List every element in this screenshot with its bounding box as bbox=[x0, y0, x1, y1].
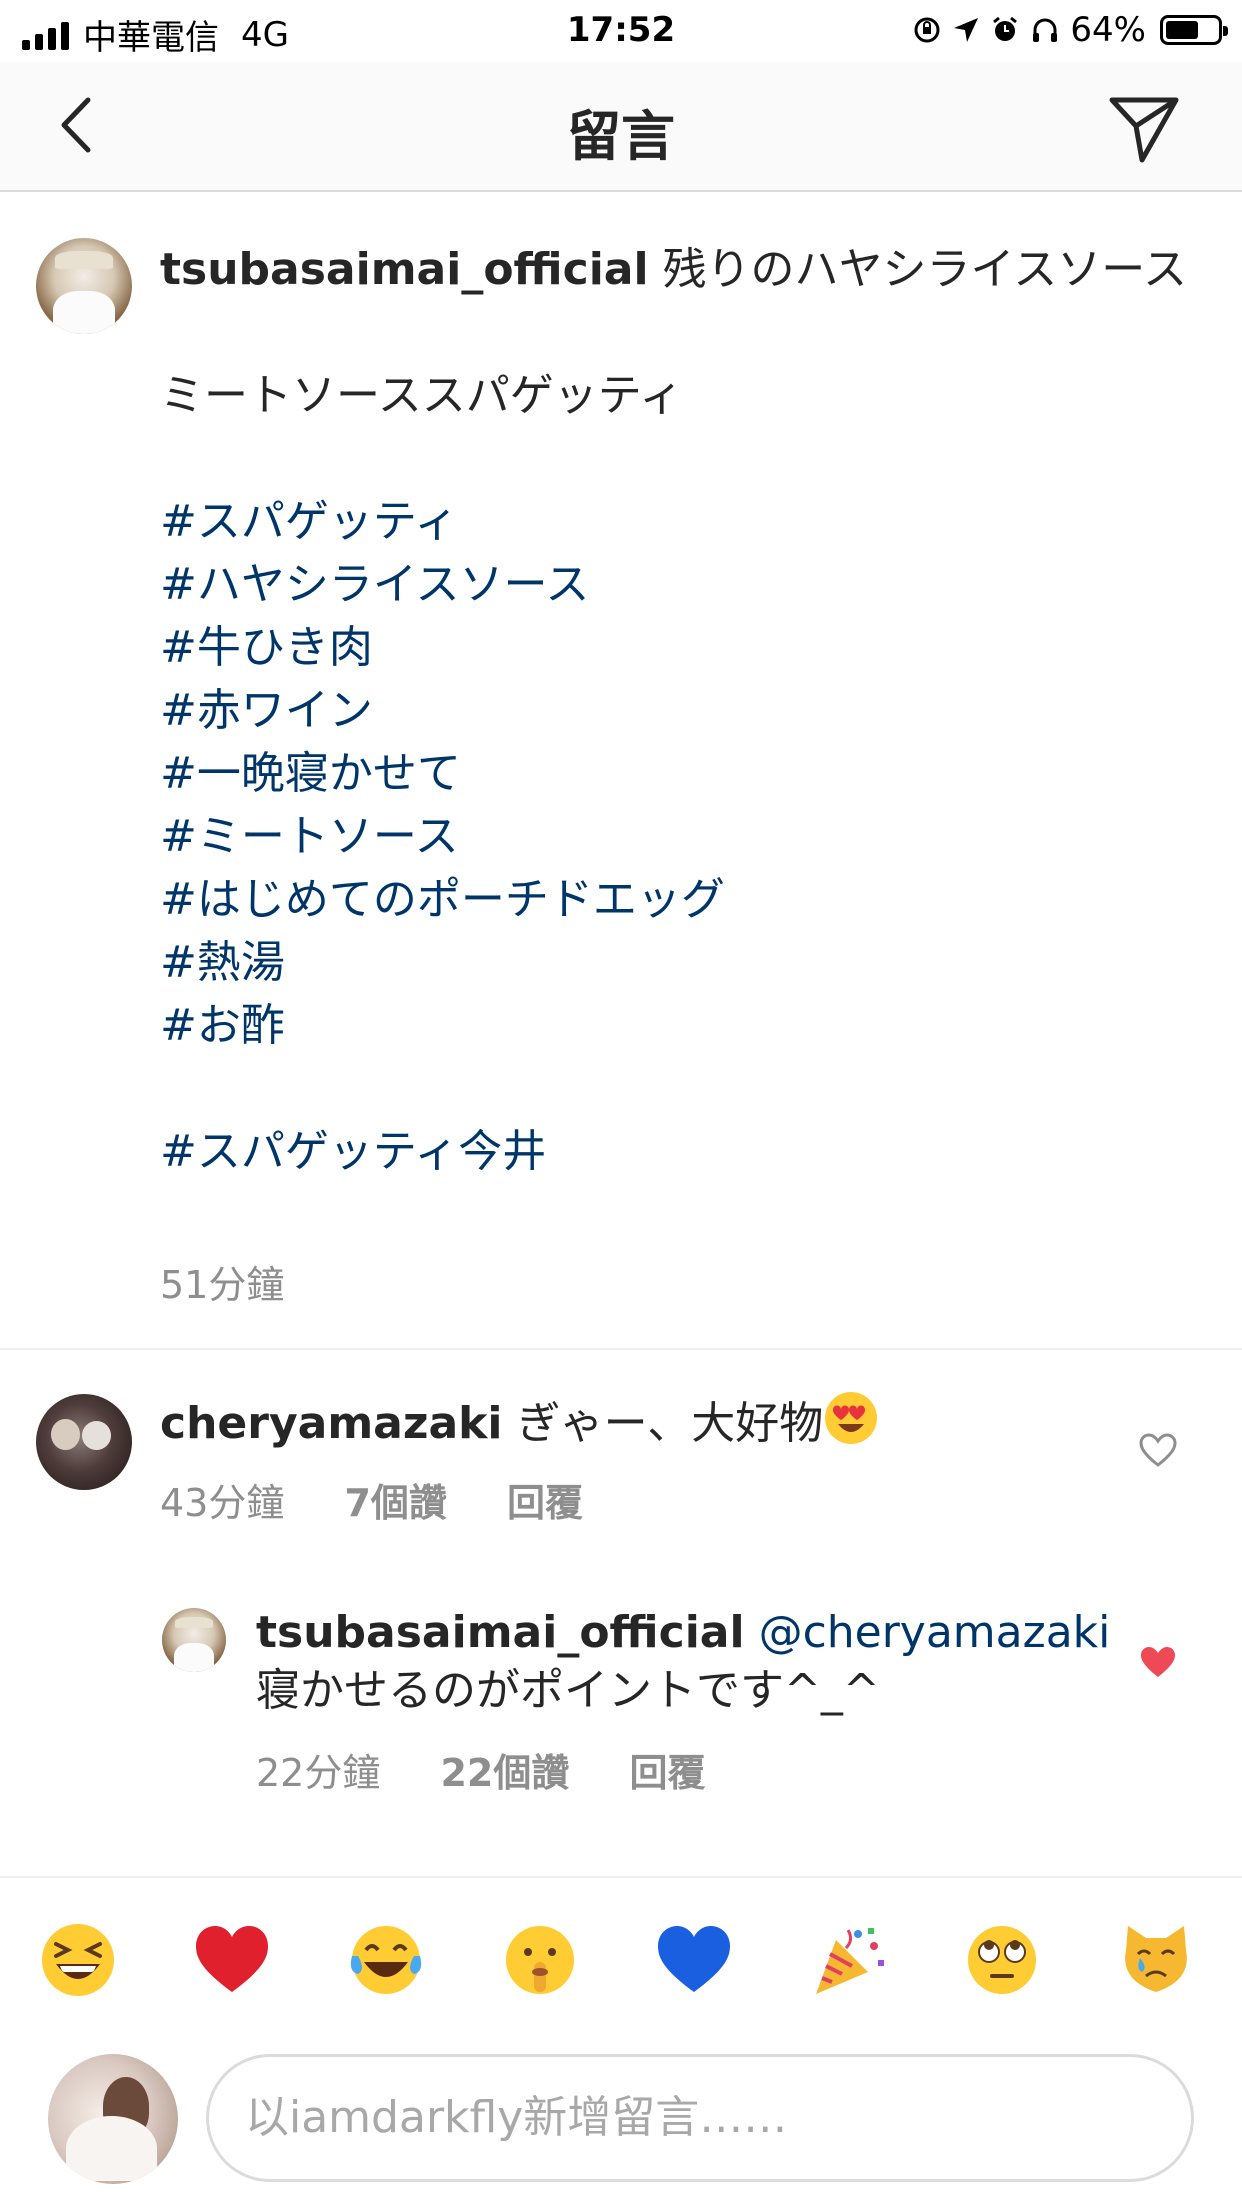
alarm-icon bbox=[993, 16, 1018, 41]
headphones-icon bbox=[1033, 18, 1058, 42]
comment-input[interactable]: 以iamdarkfly新增留言…… bbox=[206, 2054, 1194, 2182]
post-meta: 51分鐘 bbox=[160, 1254, 332, 1309]
caption-text: tsubasaimai_official 残りのハヤシライスソース ミートソース… bbox=[160, 238, 1190, 1183]
avatar[interactable] bbox=[162, 1608, 226, 1672]
hashtag[interactable]: #牛ひき肉 bbox=[160, 616, 1190, 679]
tears-of-joy-icon[interactable] bbox=[346, 1920, 426, 2000]
like-heart-filled-icon[interactable] bbox=[1138, 1644, 1178, 1680]
reply-meta: 22分鐘 22個讚 回覆 bbox=[256, 1742, 753, 1797]
hashtag[interactable]: #はじめてのポーチドエッグ bbox=[160, 868, 1190, 931]
caption-line-1: 残りのハヤシライスソース bbox=[662, 244, 1188, 295]
reply-mention[interactable]: @cheryamazaki bbox=[759, 1607, 1111, 1658]
hashtag[interactable]: #ミートソース bbox=[160, 805, 1190, 868]
reply-body: 寝かせるのがポイントです^_^ bbox=[256, 1665, 880, 1716]
orientation-lock-icon bbox=[914, 17, 940, 43]
nav-bar: 留言 bbox=[0, 62, 1242, 192]
eye-roll-face-icon[interactable] bbox=[962, 1920, 1042, 2000]
blue-heart-icon[interactable] bbox=[654, 1920, 734, 2000]
shushing-face-icon[interactable] bbox=[500, 1920, 580, 2000]
send-icon[interactable] bbox=[1106, 90, 1182, 166]
party-popper-icon[interactable] bbox=[808, 1920, 888, 2000]
avatar[interactable] bbox=[36, 1394, 132, 1490]
hashtag[interactable]: #一晩寝かせて bbox=[160, 742, 1190, 805]
like-heart-outline-icon[interactable] bbox=[1138, 1432, 1178, 1468]
reply-username[interactable]: tsubasaimai_official bbox=[256, 1607, 745, 1658]
reply-time: 22分鐘 bbox=[256, 1751, 381, 1795]
hashtag[interactable]: #熱湯 bbox=[160, 931, 1190, 994]
status-bar: 中華電信 4G 17:52 64% bbox=[0, 0, 1242, 62]
heart-eyes-emoji-icon bbox=[825, 1392, 878, 1444]
page-title: 留言 bbox=[567, 105, 675, 168]
location-icon bbox=[954, 18, 979, 42]
comment-body: ぎゃー、大好物 bbox=[516, 1398, 824, 1449]
reply-likes-link[interactable]: 22個讚 bbox=[440, 1751, 569, 1795]
hashtag-final[interactable]: #スパゲッティ今井 bbox=[160, 1120, 1190, 1183]
hashtag[interactable]: #ハヤシライスソース bbox=[160, 553, 1190, 616]
hashtag[interactable]: #お酢 bbox=[160, 994, 1190, 1057]
hashtag[interactable]: #スパゲッティ bbox=[160, 490, 1190, 553]
comment-time: 43分鐘 bbox=[160, 1481, 285, 1525]
comment-text: cheryamazaki ぎゃー、大好物 bbox=[160, 1390, 1060, 1453]
battery-percent: 64% bbox=[1070, 10, 1146, 50]
avatar bbox=[48, 2054, 178, 2184]
hashtag[interactable]: #赤ワイン bbox=[160, 679, 1190, 742]
battery-fill bbox=[1166, 21, 1198, 39]
post-caption: tsubasaimai_official 残りのハヤシライスソース ミートソース… bbox=[0, 192, 1242, 1350]
reply-button[interactable]: 回覆 bbox=[629, 1751, 705, 1795]
comment-meta: 43分鐘 7個讚 回覆 bbox=[160, 1472, 631, 1527]
emoji-quick-bar bbox=[0, 1876, 1242, 2036]
battery-nub bbox=[1223, 26, 1228, 36]
comment-username[interactable]: cheryamazaki bbox=[160, 1398, 503, 1449]
reply-text: tsubasaimai_official @cheryamazaki 寝かせるの… bbox=[256, 1604, 1116, 1720]
comment-composer: 以iamdarkfly新增留言…… bbox=[0, 2036, 1242, 2208]
battery-icon bbox=[1160, 15, 1228, 45]
grinning-squinting-face-icon[interactable] bbox=[38, 1920, 118, 2000]
caption-username[interactable]: tsubasaimai_official bbox=[160, 244, 649, 295]
reply-button[interactable]: 回覆 bbox=[507, 1481, 583, 1525]
comment-likes-link[interactable]: 7個讚 bbox=[344, 1481, 446, 1525]
caption-line-2: ミートソーススパゲッティ bbox=[160, 370, 684, 421]
crying-cat-face-icon[interactable] bbox=[1116, 1920, 1196, 2000]
post-time: 51分鐘 bbox=[160, 1263, 285, 1307]
status-right: 64% bbox=[912, 10, 1228, 50]
avatar[interactable] bbox=[36, 238, 132, 334]
red-heart-icon[interactable] bbox=[192, 1920, 272, 2000]
